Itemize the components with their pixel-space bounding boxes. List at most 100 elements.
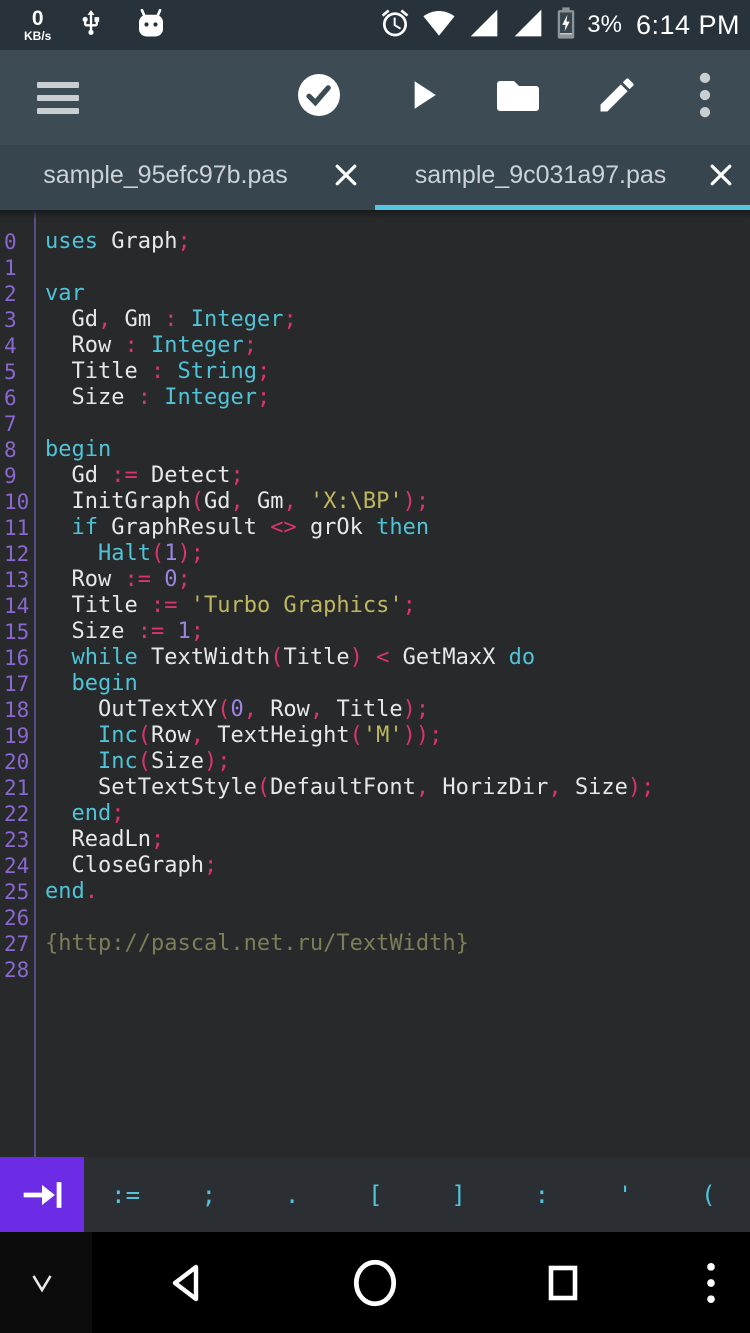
- code-line[interactable]: 16 while TextWidth(Title) < GetMaxX do: [0, 645, 750, 671]
- code-text: if GraphResult <> grOk then: [45, 515, 430, 540]
- code-line[interactable]: 17 begin: [0, 671, 750, 697]
- code-line[interactable]: 10 InitGraph(Gd, Gm, 'X:\BP');: [0, 489, 750, 515]
- back-button[interactable]: [152, 1248, 222, 1318]
- code-line[interactable]: 19 Inc(Row, TextHeight('M'));: [0, 723, 750, 749]
- signal-icon: [467, 7, 501, 44]
- home-button[interactable]: [340, 1248, 410, 1318]
- code-text: CloseGraph;: [45, 853, 218, 878]
- code-line[interactable]: 6 Size : Integer;: [0, 385, 750, 411]
- hide-keyboard-button[interactable]: [7, 1248, 77, 1318]
- line-number: 9: [4, 464, 17, 488]
- check-button[interactable]: [287, 66, 351, 130]
- tab-sample-95efc97b[interactable]: sample_95efc97b.pas: [0, 145, 375, 210]
- menu-icon: [37, 81, 79, 114]
- symbol-key[interactable]: [: [334, 1157, 417, 1232]
- tab-right-icon: [23, 1181, 62, 1208]
- menu-button[interactable]: [26, 66, 90, 130]
- tab-label: sample_95efc97b.pas: [43, 160, 288, 189]
- code-line[interactable]: 21 SetTextStyle(DefaultFont, HorizDir, S…: [0, 775, 750, 801]
- code-line[interactable]: 0 uses Graph;: [0, 229, 750, 255]
- alarm-icon: [379, 7, 411, 44]
- symbol-key[interactable]: ]: [417, 1157, 500, 1232]
- code-line[interactable]: 12 Halt(1);: [0, 541, 750, 567]
- code-text: Size := 1;: [45, 619, 204, 644]
- symbol-key[interactable]: ': [584, 1157, 667, 1232]
- edit-button[interactable]: [585, 66, 649, 130]
- play-icon: [400, 73, 444, 122]
- code-text: ReadLn;: [45, 827, 165, 852]
- run-button[interactable]: [390, 66, 454, 130]
- code-line[interactable]: 28: [0, 957, 750, 983]
- line-number: 26: [4, 906, 30, 930]
- status-bar: 0 KB/s 3% 6:14 PM: [0, 0, 750, 50]
- code-line[interactable]: 25 end.: [0, 879, 750, 905]
- symbol-key[interactable]: ;: [167, 1157, 250, 1232]
- code-line[interactable]: 14 Title := 'Turbo Graphics';: [0, 593, 750, 619]
- line-number: 28: [4, 958, 30, 982]
- code-line[interactable]: 26: [0, 905, 750, 931]
- close-icon: [335, 164, 357, 186]
- line-number: 6: [4, 386, 17, 410]
- symbol-key[interactable]: .: [251, 1157, 334, 1232]
- code-line[interactable]: 1: [0, 255, 750, 281]
- overflow-menu-button[interactable]: [673, 66, 737, 130]
- code-line[interactable]: 11 if GraphResult <> grOk then: [0, 515, 750, 541]
- network-speed-unit: KB/s: [24, 29, 52, 43]
- tab-sample-9c031a97[interactable]: sample_9c031a97.pas: [375, 145, 750, 210]
- code-line[interactable]: 22 end;: [0, 801, 750, 827]
- code-line[interactable]: 27 {http://pascal.net.ru/TextWidth}: [0, 931, 750, 957]
- code-line[interactable]: 18 OutTextXY(0, Row, Title);: [0, 697, 750, 723]
- code-line[interactable]: 8 begin: [0, 437, 750, 463]
- code-line[interactable]: 4 Row : Integer;: [0, 333, 750, 359]
- code-text: Halt(1);: [45, 541, 204, 566]
- overflow-icon: [707, 1262, 715, 1303]
- clock-time: 6:14 PM: [635, 9, 740, 40]
- code-line[interactable]: 3 Gd, Gm : Integer;: [0, 307, 750, 333]
- symbol-key[interactable]: :=: [84, 1157, 167, 1232]
- code-text: Inc(Row, TextHeight('M'));: [45, 723, 443, 748]
- network-speed: 0 KB/s: [24, 8, 51, 42]
- code-area[interactable]: 0 uses Graph; 1 2 var 3 Gd, Gm : Integer; 4 Ro…: [0, 229, 750, 983]
- nav-overflow-button[interactable]: [676, 1248, 746, 1318]
- line-number: 8: [4, 438, 17, 462]
- check-circle-icon: [295, 71, 343, 124]
- code-text: OutTextXY(0, Row, Title);: [45, 697, 430, 722]
- code-text: Gd, Gm : Integer;: [45, 307, 297, 332]
- line-number: 7: [4, 412, 17, 436]
- symbol-key[interactable]: (: [667, 1157, 750, 1232]
- code-text: end.: [45, 879, 98, 904]
- symbol-bar: :=;.[]: '(: [0, 1157, 750, 1232]
- line-number: 13: [4, 568, 30, 592]
- tab-key-button[interactable]: [0, 1157, 84, 1232]
- open-file-button[interactable]: [486, 66, 550, 130]
- line-number: 11: [4, 516, 30, 540]
- folder-icon: [494, 71, 542, 124]
- code-text: Title := 'Turbo Graphics';: [45, 593, 416, 618]
- code-line[interactable]: 24 CloseGraph;: [0, 853, 750, 879]
- code-line[interactable]: 7: [0, 411, 750, 437]
- line-number: 20: [4, 750, 30, 774]
- code-line[interactable]: 9 Gd := Detect;: [0, 463, 750, 489]
- close-tab-button[interactable]: [329, 158, 363, 192]
- home-icon: [353, 1259, 397, 1306]
- code-line[interactable]: 13 Row := 0;: [0, 567, 750, 593]
- code-line[interactable]: 20 Inc(Size);: [0, 749, 750, 775]
- code-line[interactable]: 5 Title : String;: [0, 359, 750, 385]
- recents-button[interactable]: [528, 1248, 598, 1318]
- code-editor[interactable]: 0 uses Graph; 1 2 var 3 Gd, Gm : Integer; 4 Ro…: [0, 210, 750, 1157]
- close-tab-button[interactable]: [704, 158, 738, 192]
- status-left: 0 KB/s: [10, 5, 171, 46]
- wifi-icon: [421, 7, 457, 44]
- code-line[interactable]: 15 Size := 1;: [0, 619, 750, 645]
- code-line[interactable]: 23 ReadLn;: [0, 827, 750, 853]
- line-number: 27: [4, 932, 30, 956]
- network-speed-value: 0: [31, 7, 44, 30]
- line-number: 16: [4, 646, 30, 670]
- symbol-key[interactable]: :: [500, 1157, 583, 1232]
- line-number: 12: [4, 542, 30, 566]
- line-number: 15: [4, 620, 30, 644]
- code-line[interactable]: 2 var: [0, 281, 750, 307]
